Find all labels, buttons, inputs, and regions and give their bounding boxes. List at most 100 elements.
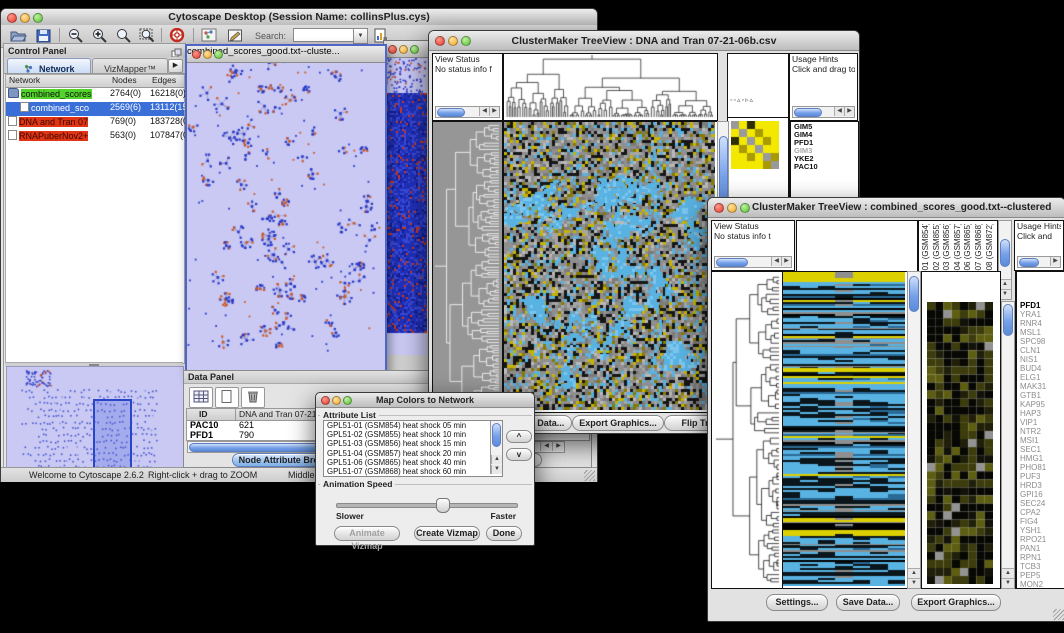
- tab-overflow-icon[interactable]: ▶: [168, 59, 183, 73]
- gene-label[interactable]: PAN1: [1020, 544, 1046, 553]
- new-attribute-icon[interactable]: [215, 387, 239, 408]
- gene-label[interactable]: NIS1: [1020, 355, 1046, 364]
- gene-label[interactable]: MSI1: [1020, 436, 1046, 445]
- gene-label[interactable]: RNR4: [1020, 319, 1046, 328]
- create-vizmap-button[interactable]: Create Vizmap: [414, 526, 480, 541]
- attribute-listbox[interactable]: GPL51-01 (GSM854) heat shock 05 min GPL51…: [323, 420, 503, 477]
- gene-label[interactable]: SEC24: [1020, 499, 1046, 508]
- global-heatmap[interactable]: [782, 271, 908, 589]
- delete-attribute-trash-icon[interactable]: [241, 387, 265, 408]
- done-button[interactable]: Done: [486, 526, 522, 541]
- sliver-titlebar[interactable]: [384, 41, 429, 58]
- close-icon[interactable]: [388, 45, 397, 54]
- slider-thumb[interactable]: [436, 498, 450, 513]
- overview-selection-rect[interactable]: [93, 399, 132, 473]
- network-row-selected[interactable]: combined_sco 2569(6) 13112(15): [6, 102, 184, 116]
- gene-label[interactable]: SEC1: [1020, 445, 1046, 454]
- attribute-item[interactable]: GPL51-06 (GSM865) heat shock 40 min: [324, 458, 502, 467]
- gene-label[interactable]: CLN1: [1020, 346, 1046, 355]
- gene-label[interactable]: RPO21: [1020, 535, 1046, 544]
- global-heatmap[interactable]: [503, 121, 718, 413]
- attribute-item[interactable]: GPL51-07 (GSM868) heat shock 60 min: [324, 467, 502, 476]
- dialog-titlebar[interactable]: Map Colors to Network: [316, 393, 534, 408]
- gene-label[interactable]: BUD4: [1020, 364, 1046, 373]
- scroll-left-icon[interactable]: ◀: [540, 442, 552, 451]
- zoom-heatmap-box[interactable]: [921, 271, 1001, 589]
- treeview2-titlebar[interactable]: ClusterMaker TreeView : combined_scores_…: [708, 198, 1064, 218]
- tab-network[interactable]: Network: [7, 58, 91, 73]
- resize-grip[interactable]: [584, 470, 595, 481]
- scroll-up-icon[interactable]: ▲: [491, 455, 502, 464]
- main-titlebar[interactable]: Cytoscape Desktop (Session Name: collins…: [1, 9, 597, 26]
- minimize-icon[interactable]: [399, 45, 408, 54]
- row-dendrogram[interactable]: [711, 271, 783, 589]
- gene-label[interactable]: PFD1: [1020, 301, 1046, 310]
- correlation-mini-heatmap[interactable]: [731, 121, 779, 169]
- scroll-down-icon[interactable]: ▼: [908, 578, 920, 588]
- animate-vizmap-button[interactable]: Animate Vizmap: [334, 526, 400, 541]
- gene-label[interactable]: MON2: [1020, 580, 1046, 589]
- gene-label[interactable]: PHO81: [1020, 463, 1046, 472]
- table-select-icon[interactable]: [189, 387, 213, 408]
- search-input[interactable]: [293, 28, 357, 42]
- gene-label[interactable]: RPN1: [1020, 553, 1046, 562]
- speed-slider[interactable]: [336, 498, 516, 512]
- row-dendrogram[interactable]: [432, 121, 503, 413]
- scroll-right-icon[interactable]: ▶: [1050, 257, 1060, 266]
- close-icon[interactable]: [192, 50, 201, 59]
- scroll-right-icon[interactable]: ▶: [781, 257, 791, 266]
- gene-label[interactable]: TCB3: [1020, 562, 1046, 571]
- attribute-item[interactable]: GPL51-04 (GSM857) heat shock 20 min: [324, 449, 502, 458]
- move-down-button[interactable]: v: [506, 448, 532, 461]
- gene-label[interactable]: PUF3: [1020, 472, 1046, 481]
- scroll-left-icon[interactable]: ◀: [771, 257, 781, 266]
- list-vscrollbar[interactable]: ▲ ▼: [490, 421, 502, 474]
- network-row[interactable]: combined_scores 2764(0) 16218(0): [6, 88, 184, 102]
- zoom-window-icon[interactable]: [740, 203, 750, 213]
- network-titlebar[interactable]: combined_scores_good.txt--cluste...: [187, 46, 385, 63]
- gene-label[interactable]: KAP95: [1020, 400, 1046, 409]
- heatmap-vscrollbar[interactable]: ▲ ▼: [907, 271, 921, 589]
- scroll-left-icon[interactable]: ◀: [834, 107, 844, 116]
- gene-label[interactable]: HRD3: [1020, 481, 1046, 490]
- scroll-up-icon[interactable]: ▲: [1002, 568, 1014, 578]
- gene-label[interactable]: MAK31: [1020, 382, 1046, 391]
- gene-label[interactable]: ELG1: [1020, 373, 1046, 382]
- attribute-item[interactable]: GPL51-03 (GSM856) heat shock 15 min: [324, 439, 502, 448]
- scroll-right-icon[interactable]: ▶: [552, 442, 564, 451]
- minimize-icon[interactable]: [727, 203, 737, 213]
- resize-grip[interactable]: [1053, 609, 1064, 620]
- scroll-down-icon[interactable]: ▼: [1002, 578, 1014, 588]
- column-dendrogram[interactable]: [503, 53, 718, 121]
- network-overview-icon[interactable]: [199, 27, 221, 45]
- gene-label[interactable]: GPI16: [1020, 490, 1046, 499]
- attribute-item[interactable]: GPL51-01 (GSM854) heat shock 05 min: [324, 421, 502, 430]
- search-dropdown-icon[interactable]: ▼: [353, 28, 368, 44]
- usage-hints-hscrollbar[interactable]: ◀ ▶: [792, 106, 855, 118]
- mini-toolbar-icons[interactable]: ◦◦▵◦▹▵: [730, 96, 754, 104]
- move-up-button[interactable]: ^: [506, 430, 532, 443]
- col-nodes[interactable]: Nodes: [112, 75, 137, 85]
- col-network[interactable]: Network: [9, 75, 40, 85]
- gene-label[interactable]: PAC10: [794, 163, 818, 171]
- gene-label[interactable]: GTB1: [1020, 391, 1046, 400]
- gene-label[interactable]: HMG1: [1020, 454, 1046, 463]
- zoom-window-icon[interactable]: [214, 50, 223, 59]
- gene-label[interactable]: VIP1: [1020, 418, 1046, 427]
- export-graphics-button[interactable]: Export Graphics...: [572, 415, 664, 431]
- network-row[interactable]: DNA and Tran 07 769(0) 183728(0): [6, 116, 184, 130]
- tab-vizmapper[interactable]: VizMapper™: [92, 58, 168, 73]
- treeview1-titlebar[interactable]: ClusterMaker TreeView : DNA and Tran 07-…: [429, 31, 859, 51]
- gene-label[interactable]: CPA2: [1020, 508, 1046, 517]
- col-edges[interactable]: Edges: [152, 75, 176, 85]
- export-graphics-button[interactable]: Export Graphics...: [911, 594, 1001, 611]
- annotation-icon[interactable]: [225, 27, 247, 45]
- view-status-hscrollbar[interactable]: ◀ ▶: [714, 256, 792, 268]
- close-icon[interactable]: [714, 203, 724, 213]
- col-id[interactable]: ID: [199, 409, 208, 419]
- network-canvas-partial[interactable]: [384, 41, 427, 355]
- gene-label[interactable]: PEP5: [1020, 571, 1046, 580]
- gene-label[interactable]: MSL1: [1020, 328, 1046, 337]
- gene-label[interactable]: FIG4: [1020, 517, 1046, 526]
- gene-label[interactable]: HAP3: [1020, 409, 1046, 418]
